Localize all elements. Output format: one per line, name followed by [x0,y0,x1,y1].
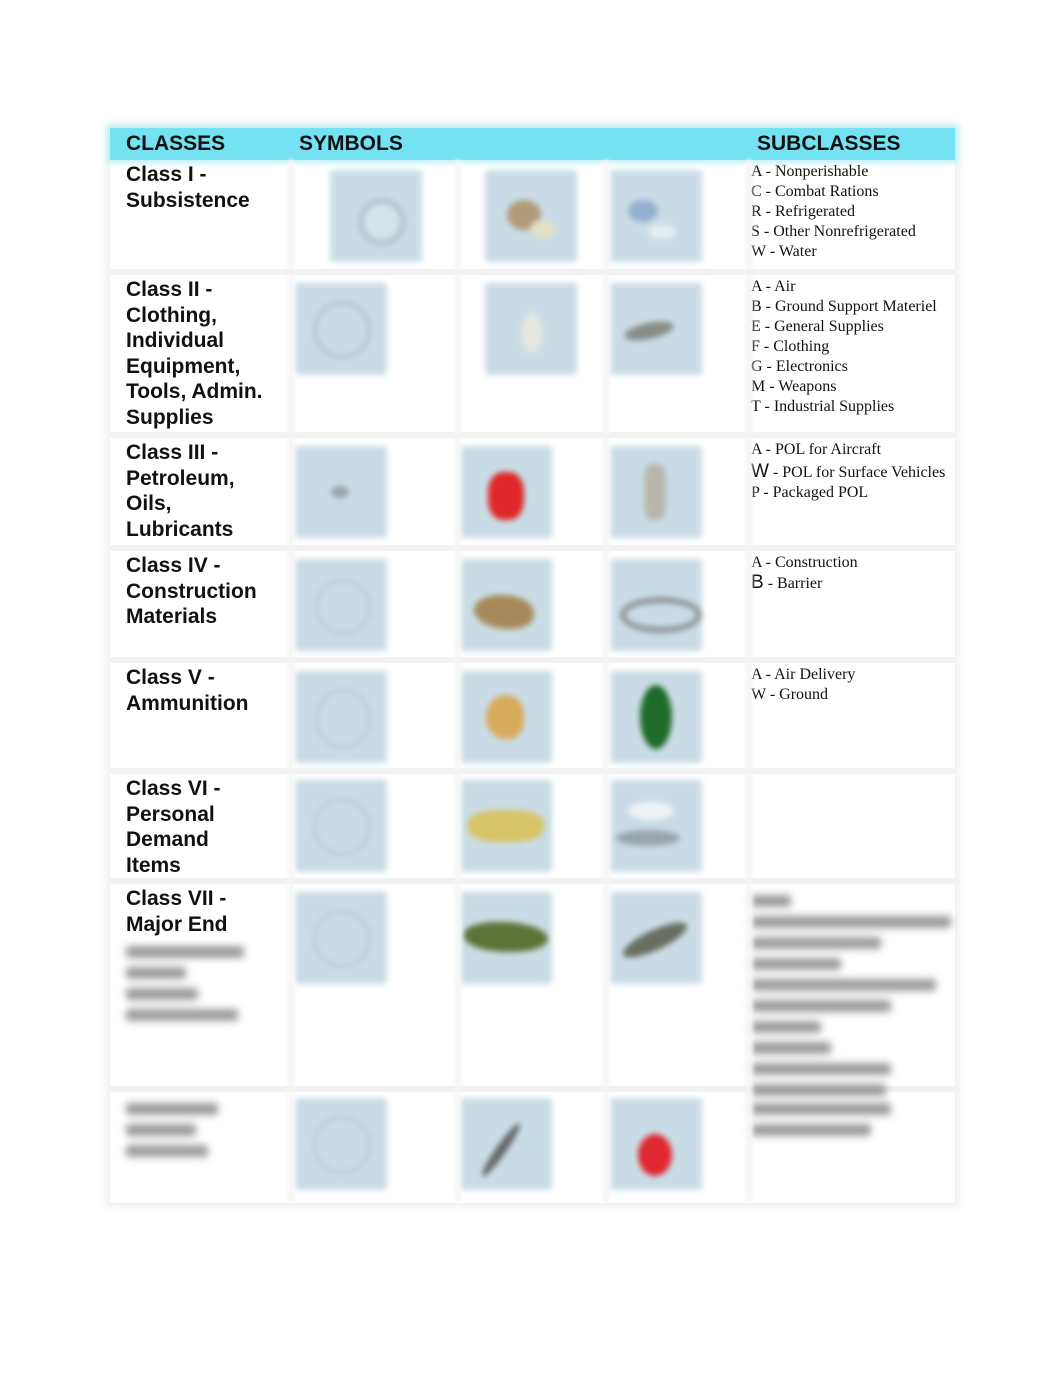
subclass-list: A - Nonperishable C - Combat Rations R -… [751,162,961,262]
map-symbol-icon [295,671,387,763]
class-name-line: Construction [126,579,257,603]
header-subclasses: SUBCLASSES [757,132,901,155]
class-name-line: Equipment, [126,354,241,378]
fuel-can-icon [460,446,552,538]
class-name-line: Class III - [126,441,219,464]
class-name-line: Major End [126,912,228,936]
column-divider [288,160,294,1203]
food-icon [485,170,577,262]
class-name-line: Demand [126,828,209,851]
class-name: Class VII - Major End [126,886,291,1030]
aircraft-icon [610,892,702,984]
class-name-line: Subsistence [126,188,250,212]
subclass-item: G - Electronics [751,358,848,375]
subclass-item: M - Weapons [751,378,837,395]
map-symbol-icon [295,283,387,375]
class-name-line: Individual [126,329,225,352]
subclass-item: W - Ground [751,686,829,703]
subclass-list: A - Air B - Ground Support Materiel E - … [751,277,961,417]
table-row: Class III - Petroleum, Oils, Lubricants … [110,438,955,551]
syringe-icon [460,1098,552,1190]
table-row [110,1092,955,1203]
barbed-wire-icon [610,559,702,651]
class-name-line: Class I - [126,163,207,186]
class-name-line: Clothing, [126,303,217,327]
table-row: Class IV - Construction Materials A - Co… [110,551,955,663]
subclass-list: A - Construction B - Barrier [751,553,961,594]
map-symbol-icon [295,1098,387,1190]
class-name-line: Personal [126,802,215,826]
subclass-item: A - Air Delivery [751,666,856,683]
subclass-item: W - POL for Surface Vehicles [751,461,946,482]
class-name: Class I - Subsistence [126,162,291,213]
subclass-item: A - Construction [751,554,858,571]
subclass-item: W - Water [751,243,817,260]
subclass-item: A - POL for Aircraft [751,441,882,458]
map-symbol-icon [295,780,387,872]
class-name-line: Materials [126,605,218,628]
medical-bag-icon [610,1098,702,1190]
class-name: Class V - Ammunition [126,665,291,716]
blurred-content [751,886,961,1105]
table-row: Class I - Subsistence A - Nonperishable … [110,160,955,275]
class-name-line: Class II - [126,278,213,301]
header-symbols: SYMBOLS [299,132,403,155]
subclass-item: B - Ground Support Materiel [751,298,937,315]
table-row: Class V - Ammunition A - Air Delivery W … [110,663,955,774]
subclass-item: E - General Supplies [751,318,884,335]
subclass-item: F - Clothing [751,338,830,355]
lumber-icon [460,559,552,651]
subclass-list: A - Air Delivery W - Ground [751,665,961,705]
column-divider [603,160,609,1203]
blurred-content [126,946,246,1021]
class-name-line: Ammunition [126,691,249,715]
water-icon [610,170,702,262]
blurred-content [751,1094,961,1145]
subclass-item: C - Combat Rations [751,183,879,200]
subclass-item: A - Air [751,278,796,295]
class-name-line: Items [126,853,181,877]
table-header: CLASSES SYMBOLS SUBCLASSES [110,128,955,160]
class-name-line: Class V - [126,666,215,689]
class-name: Class VI - Personal Demand Items [126,776,291,878]
class-name-line: Tools, Admin. [126,380,263,403]
subclass-item: B - Barrier [751,572,823,593]
subclass-item: T - Industrial Supplies [751,398,895,415]
column-divider [746,160,752,1203]
personal-items-icon [460,780,552,872]
subclass-item: A - Nonperishable [751,163,869,180]
map-symbol-icon [295,892,387,984]
class-name-line: Supplies [126,405,214,429]
map-symbol-icon [295,446,387,538]
oil-drum-icon [610,446,702,538]
supply-classes-table: CLASSES SYMBOLS SUBCLASSES Class I - Sub… [110,128,955,1203]
class-name-line: Lubricants [126,517,234,541]
class-name: Class II - Clothing, Individual Equipmen… [126,277,291,430]
shoe-icon [610,780,702,872]
class-name-line: Class VII - [126,887,227,910]
map-symbol-icon [295,559,387,651]
table-row: Class VII - Major End [110,884,955,1096]
column-divider [455,160,461,1203]
subclass-item: P - Packaged POL [751,484,869,501]
blurred-content [126,1094,291,1166]
tools-icon [610,283,702,375]
subclass-list: A - POL for Aircraft W - POL for Surface… [751,440,961,503]
class-name-line: Class IV - [126,554,221,577]
ammo-icon [460,671,552,763]
subclass-item: R - Refrigerated [751,203,855,220]
table-row: Class VI - Personal Demand Items [110,774,955,884]
tank-icon [460,892,552,984]
header-classes: CLASSES [126,132,226,155]
class-name: Class III - Petroleum, Oils, Lubricants [126,440,291,542]
class-name-line: Oils, [126,492,172,515]
grenade-icon [610,671,702,763]
class-name: Class IV - Construction Materials [126,553,291,630]
map-symbol-icon [330,170,422,262]
subclass-item: S - Other Nonrefrigerated [751,223,916,240]
table-row: Class II - Clothing, Individual Equipmen… [110,275,955,438]
class-name-line: Class VI - [126,777,221,800]
class-name-line: Petroleum, [126,466,235,490]
clothing-icon [485,283,577,375]
